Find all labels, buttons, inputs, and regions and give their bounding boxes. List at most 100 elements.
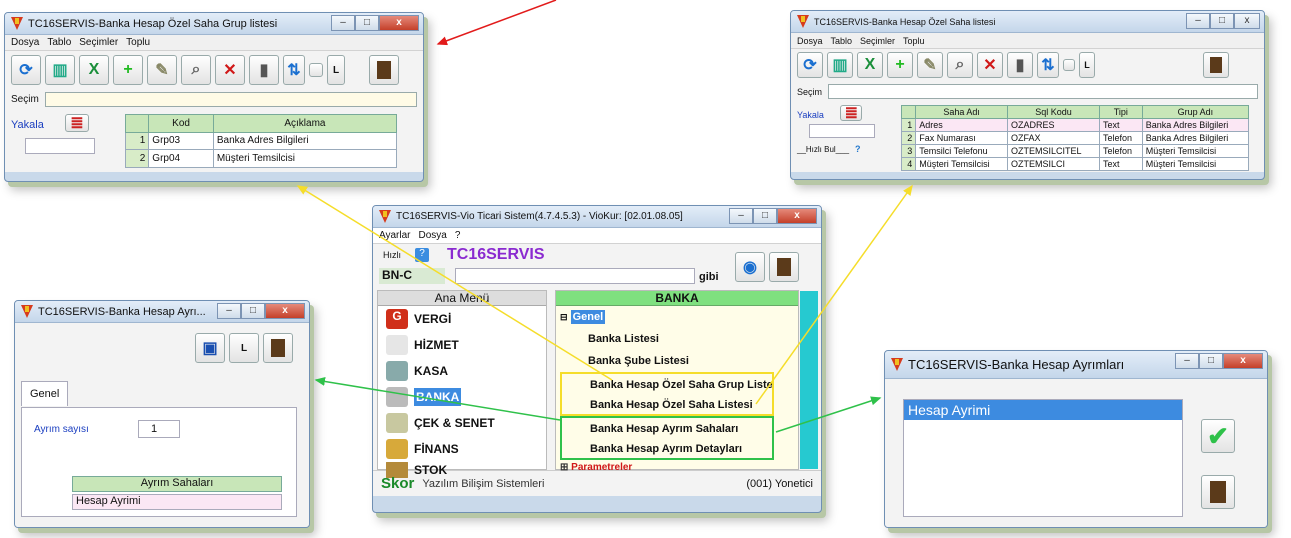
yakala-button[interactable]: ≣ <box>840 105 863 122</box>
title-bar[interactable]: TC16SERVIS-Banka Hesap Ayrı... – □ x <box>15 301 309 323</box>
refresh-icon[interactable]: ⟳ <box>797 52 823 78</box>
new-record-icon[interactable]: + <box>887 52 913 78</box>
menu-dosya[interactable]: Dosya <box>797 36 823 46</box>
menu-dosya[interactable]: Dosya <box>419 230 447 241</box>
yakala-input[interactable] <box>809 124 875 138</box>
tree-item[interactable]: Banka Hesap Özel Saha Listesi <box>560 394 774 416</box>
minimize-button[interactable]: – <box>217 303 241 319</box>
checkmark-icon[interactable]: ✔ <box>1201 419 1235 453</box>
tree-item[interactable]: Banka Hesap Ayrım Detayları <box>560 438 774 460</box>
minimize-button[interactable]: – <box>331 15 355 31</box>
search-icon[interactable]: ⌕ <box>947 52 973 78</box>
menu-item-hizmet[interactable]: HİZMET <box>378 332 546 358</box>
close-button[interactable]: x <box>1234 13 1260 29</box>
col-tipi[interactable]: Tipi <box>1098 105 1143 119</box>
letter-l-icon[interactable]: L <box>327 55 345 85</box>
table-row[interactable]: 3 Temsilci Telefonu OZTEMSILCITEL Telefon Mü… <box>900 144 1250 158</box>
secim-input[interactable] <box>828 84 1258 99</box>
letter-l-icon[interactable]: L <box>229 333 259 363</box>
close-button[interactable]: x <box>379 15 419 31</box>
scrollbar[interactable] <box>800 291 818 469</box>
transfer-icon[interactable]: ⇅ <box>283 55 305 85</box>
help-icon[interactable]: ? <box>415 248 429 262</box>
col-sql-kodu[interactable]: Sql Kodu <box>1007 105 1100 119</box>
menu-secimler[interactable]: Seçimler <box>79 37 118 48</box>
menu-tablo[interactable]: Tablo <box>831 36 853 46</box>
yakala-button[interactable]: ≣ <box>64 114 89 132</box>
tree-item[interactable]: Banka Hesap Ayrım Sahaları <box>560 416 774 438</box>
checkbox-icon[interactable] <box>309 63 323 77</box>
col-saha-adi[interactable]: Saha Adı <box>915 105 1009 119</box>
menu-item-cek-senet[interactable]: ÇEK & SENET <box>378 410 546 436</box>
excel-icon[interactable]: X <box>857 52 883 78</box>
minimize-button[interactable]: – <box>729 208 753 224</box>
edit-icon[interactable]: ✎ <box>917 52 943 78</box>
chart-icon[interactable]: ▥ <box>827 52 853 78</box>
menu-ayarlar[interactable]: Ayarlar <box>379 230 411 241</box>
maximize-button[interactable]: □ <box>241 303 265 319</box>
exit-icon[interactable] <box>1203 52 1229 78</box>
checkbox-icon[interactable] <box>1063 59 1075 71</box>
title-bar[interactable]: TC16SERVIS-Banka Hesap Özel Saha Grup li… <box>5 13 423 35</box>
col-kod[interactable]: Kod <box>148 114 214 133</box>
tree-item[interactable]: Banka Listesi <box>560 328 798 350</box>
maximize-button[interactable]: □ <box>1210 13 1234 29</box>
vio-icon[interactable]: ◉ <box>735 252 765 282</box>
title-bar[interactable]: TC16SERVIS-Banka Hesap Özel Saha listesi… <box>791 11 1264 33</box>
help-icon[interactable]: ? <box>855 144 861 154</box>
tab-genel[interactable]: Genel <box>21 381 69 406</box>
menu-item-vergi[interactable]: G VERGİ <box>378 306 546 332</box>
col-grup-adi[interactable]: Grup Adı <box>1141 105 1250 119</box>
menu-dosya[interactable]: Dosya <box>11 37 39 48</box>
menu-toplu[interactable]: Toplu <box>126 37 150 48</box>
transfer-icon[interactable]: ⇅ <box>1037 52 1059 78</box>
secim-input[interactable] <box>44 92 417 107</box>
tree-item[interactable]: Banka Şube Listesi <box>560 350 798 372</box>
search-icon[interactable]: ⌕ <box>181 55 211 85</box>
maximize-button[interactable]: □ <box>753 208 777 224</box>
ayrim-list-item[interactable]: Hesap Ayrimi <box>72 494 282 510</box>
table-row[interactable]: 1 Grp03 Banka Adres Bilgileri <box>124 131 398 151</box>
table-row[interactable]: 2 Fax Numarası OZFAX Telefon Banka Adres Bil… <box>900 131 1250 145</box>
menu-help[interactable]: ? <box>455 230 461 241</box>
maximize-button[interactable]: □ <box>1199 353 1223 369</box>
title-bar[interactable]: TC16SERVIS-Vio Ticari Sistem(4.7.4.5.3) … <box>373 206 821 228</box>
tree-item[interactable]: Banka Hesap Özel Saha Grup Liste <box>560 372 774 394</box>
delete-icon[interactable]: ✕ <box>215 55 245 85</box>
col-aciklama[interactable]: Açıklama <box>212 114 398 133</box>
maximize-button[interactable]: □ <box>355 15 379 31</box>
blank-icon[interactable]: ▮ <box>1007 52 1033 78</box>
exit-icon[interactable] <box>769 252 799 282</box>
refresh-icon[interactable]: ⟳ <box>11 55 41 85</box>
minimize-button[interactable]: – <box>1175 353 1199 369</box>
menu-item-kasa[interactable]: KASA <box>378 358 546 384</box>
new-record-icon[interactable]: + <box>113 55 143 85</box>
menu-tablo[interactable]: Tablo <box>47 37 71 48</box>
ayrim-sayisi-input[interactable]: 1 <box>138 420 180 438</box>
minimize-button[interactable]: – <box>1186 13 1210 29</box>
table-row[interactable]: 1 Adres OZADRES Text Banka Adres Bilgileri <box>900 118 1250 132</box>
excel-icon[interactable]: X <box>79 55 109 85</box>
chart-icon[interactable]: ▥ <box>45 55 75 85</box>
close-button[interactable]: x <box>1223 353 1263 369</box>
exit-icon[interactable] <box>1201 475 1235 509</box>
list-item[interactable]: Hesap Ayrimi <box>904 400 1182 420</box>
menu-item-banka[interactable]: BANKA <box>378 384 546 410</box>
title-bar[interactable]: TC16SERVIS-Banka Hesap Ayrımları – □ x <box>885 351 1267 379</box>
blank-icon[interactable]: ▮ <box>249 55 279 85</box>
close-button[interactable]: x <box>265 303 305 319</box>
search-input[interactable] <box>455 268 695 284</box>
menu-toplu[interactable]: Toplu <box>903 36 925 46</box>
exit-icon[interactable] <box>263 333 293 363</box>
delete-icon[interactable]: ✕ <box>977 52 1003 78</box>
yakala-input[interactable] <box>25 138 95 154</box>
save-icon[interactable]: ▣ <box>195 333 225 363</box>
table-row[interactable]: 2 Grp04 Müşteri Temsilcisi <box>124 149 398 168</box>
tree-parametreler[interactable]: ⊞ Parametreler <box>560 460 798 476</box>
close-button[interactable]: x <box>777 208 817 224</box>
menu-item-finans[interactable]: FİNANS <box>378 436 546 462</box>
letter-l-icon[interactable]: L <box>1079 52 1095 78</box>
exit-icon[interactable] <box>369 55 399 85</box>
edit-icon[interactable]: ✎ <box>147 55 177 85</box>
tree-root-genel[interactable]: ⊟ Genel <box>560 306 798 328</box>
